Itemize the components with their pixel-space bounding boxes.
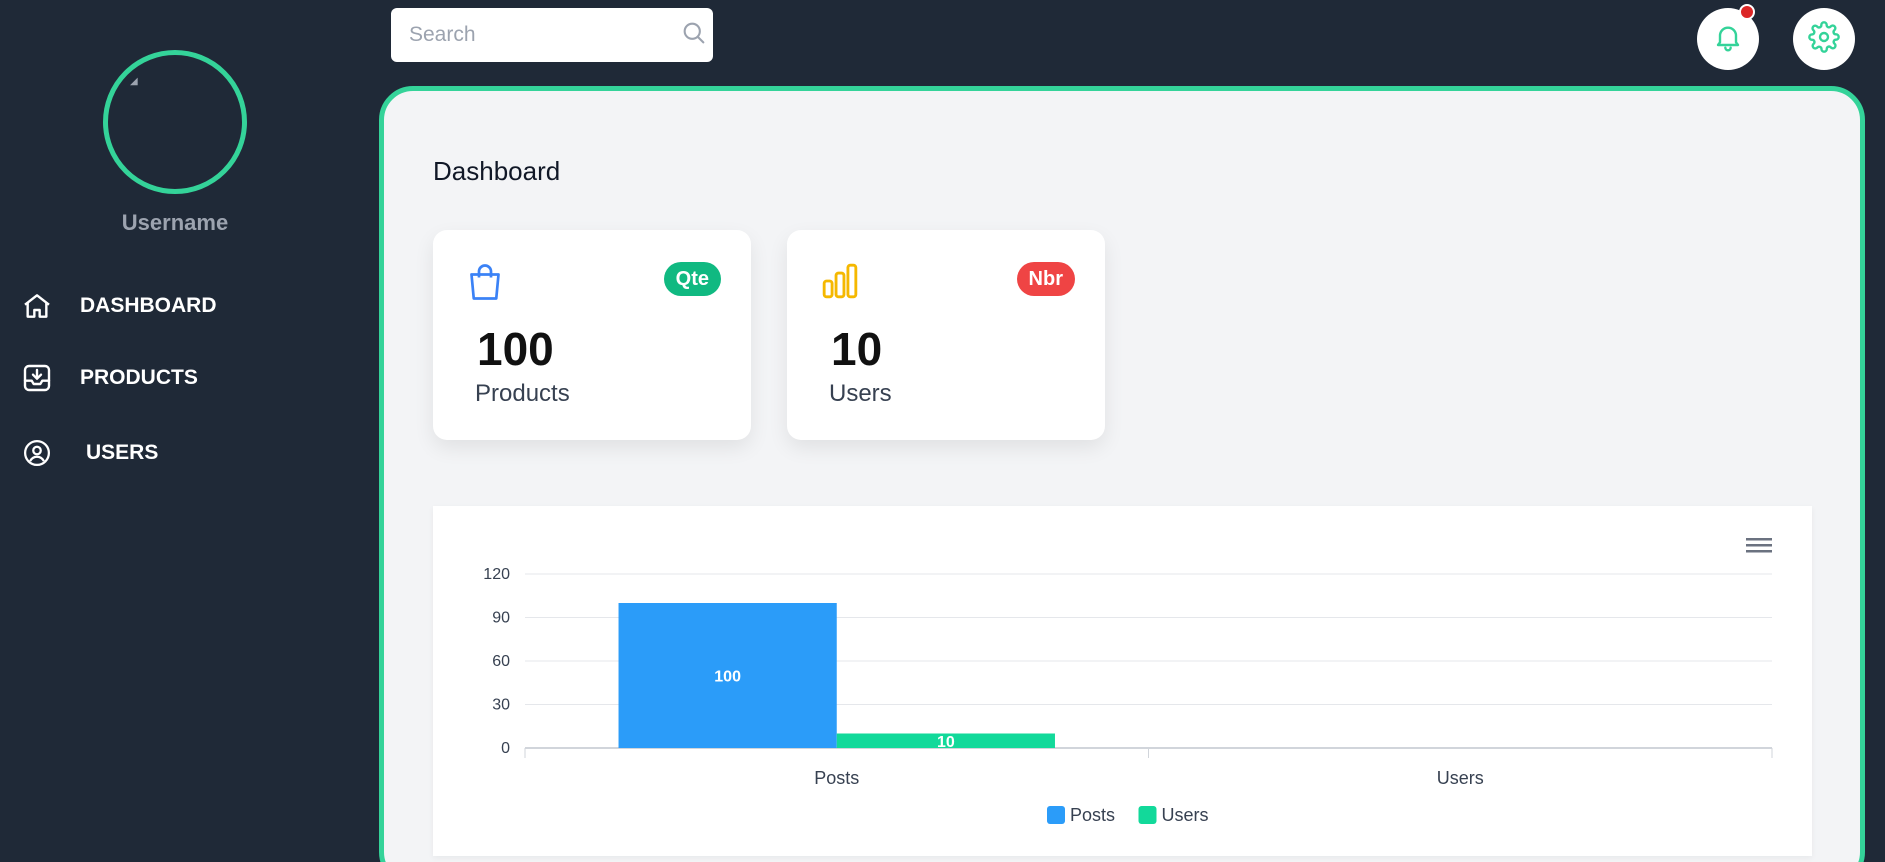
y-tick-label: 30	[492, 697, 510, 714]
page-title: Dashboard	[433, 156, 561, 186]
avatar[interactable]: ◢	[103, 50, 247, 194]
legend-label: Posts	[1070, 805, 1115, 825]
inbox-download-icon	[20, 361, 54, 395]
card-caption: Users	[829, 380, 892, 407]
legend-label: Users	[1162, 805, 1209, 825]
search-input[interactable]	[409, 23, 680, 47]
search-bar	[391, 8, 713, 62]
search-icon[interactable]	[680, 19, 708, 52]
y-tick-label: 0	[501, 740, 510, 757]
y-tick-label: 120	[483, 566, 510, 583]
user-circle-icon	[20, 436, 54, 470]
users-card: Nbr 10 Users	[787, 230, 1105, 440]
bar-chart-icon	[821, 262, 858, 302]
legend-swatch	[1138, 806, 1157, 824]
status-badge: Qte	[663, 262, 721, 296]
home-icon	[20, 289, 54, 323]
sidebar-item-dashboard[interactable]: DASHBOARD	[20, 289, 217, 323]
y-tick-label: 90	[492, 610, 510, 627]
bar-chart: 0 30 60 90 120 Posts Users 100 10 Posts Users	[483, 566, 1773, 825]
card-value: 100	[477, 323, 554, 375]
sidebar-item-label: DASHBOARD	[80, 294, 217, 317]
data-label: 10	[937, 734, 955, 751]
sidebar-item-label: PRODUCTS	[80, 366, 198, 389]
gear-icon	[1808, 20, 1840, 58]
x-tick-label: Posts	[814, 768, 859, 788]
notification-dot	[1739, 4, 1755, 20]
y-tick-label: 60	[492, 653, 510, 670]
sidebar-item-users[interactable]: USERS	[20, 436, 158, 470]
products-card: Qte 100 Products	[433, 230, 751, 440]
card-value: 10	[831, 323, 883, 375]
shopping-bag-icon	[467, 262, 503, 302]
legend-swatch	[1047, 806, 1065, 824]
status-badge: Nbr	[1016, 262, 1075, 296]
sidebar: ◢ Username DASHBOARD PRODUCTS USERS	[0, 0, 380, 862]
notifications-button[interactable]	[1697, 4, 1759, 70]
chart-container: 0 30 60 90 120 Posts Users 100 10 Posts Users	[433, 506, 1812, 856]
broken-image-icon: ◢	[130, 76, 138, 87]
card-caption: Products	[475, 380, 570, 407]
sidebar-item-products[interactable]: PRODUCTS	[20, 361, 198, 395]
bell-icon	[1712, 21, 1744, 58]
username: Username	[121, 210, 229, 235]
settings-button[interactable]	[1793, 8, 1855, 70]
data-label: 100	[714, 669, 741, 686]
x-tick-label: Users	[1437, 768, 1484, 788]
sidebar-item-label: USERS	[86, 441, 159, 464]
